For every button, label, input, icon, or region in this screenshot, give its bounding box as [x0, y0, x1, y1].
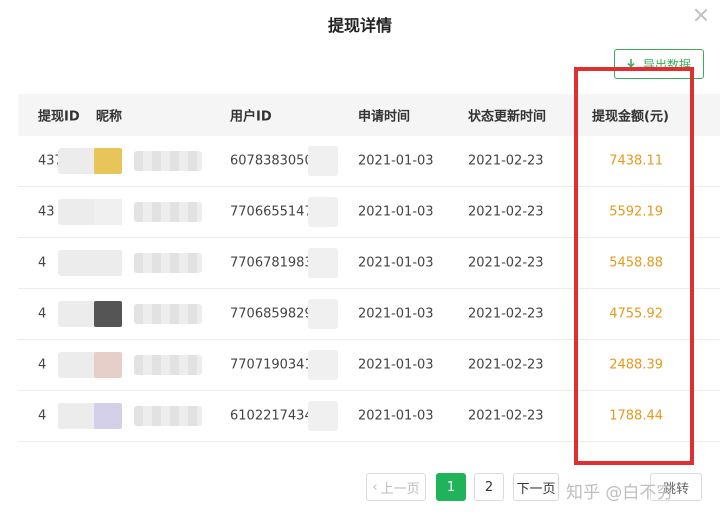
- blurred-id: [58, 148, 98, 174]
- header-apply-time: 申请时间: [358, 109, 411, 125]
- cell-amount: 5592.19: [609, 204, 663, 220]
- chevron-left-icon: ‹: [372, 479, 378, 495]
- blurred-user-id: [308, 350, 338, 380]
- cell-apply-time: 2021-01-03: [358, 306, 434, 322]
- avatar: [94, 352, 122, 378]
- header-update-time: 状态更新时间: [468, 109, 547, 125]
- blurred-nickname: [134, 406, 202, 426]
- blurred-id: [58, 403, 98, 429]
- cell-withdraw-id: 4: [38, 306, 47, 322]
- cell-update-time: 2021-02-23: [468, 408, 544, 424]
- cell-amount: 7438.11: [609, 153, 663, 169]
- avatar: [94, 301, 122, 327]
- table-row: 4 770719034111 2021-01-03 2021-02-23 2488.39: [18, 340, 720, 391]
- export-data-label: 导出数据: [643, 57, 692, 72]
- watermark: 知乎 @白不穷: [566, 483, 674, 503]
- withdrawal-table: 提现ID 昵称 用户ID 申请时间 状态更新时间 提现金额(元) 437 6078…: [18, 94, 720, 442]
- cell-apply-time: 2021-01-03: [358, 204, 434, 220]
- blurred-user-id: [308, 401, 338, 431]
- table-body: 437 607838305002 2021-01-03 2021-02-23 7438.…: [18, 136, 720, 442]
- blurred-nickname: [134, 304, 202, 324]
- table-header: 提现ID 昵称 用户ID 申请时间 状态更新时间 提现金额(元): [18, 94, 720, 136]
- blurred-id: [58, 250, 98, 276]
- blurred-id: [58, 352, 98, 378]
- blurred-nickname: [134, 151, 202, 171]
- table-row: 437 607838305002 2021-01-03 2021-02-23 7438.…: [18, 136, 720, 187]
- cell-withdraw-id: 4: [38, 408, 47, 424]
- table-row: 4 770685982991 2021-01-03 2021-02-23 4755.92: [18, 289, 720, 340]
- blurred-id: [58, 301, 98, 327]
- table-row: 4 610221743401 2021-01-03 2021-02-23 1788.44: [18, 391, 720, 442]
- cell-amount: 1788.44: [609, 408, 663, 424]
- header-amount: 提现金额(元): [592, 109, 669, 125]
- page-2-button[interactable]: 2: [474, 473, 504, 501]
- blurred-nickname: [134, 202, 202, 222]
- dialog-title: 提现详情: [327, 16, 392, 35]
- next-page-button[interactable]: 下一页: [513, 473, 559, 501]
- cell-apply-time: 2021-01-03: [358, 408, 434, 424]
- blurred-user-id: [308, 146, 338, 176]
- cell-apply-time: 2021-01-03: [358, 255, 434, 271]
- avatar: [94, 403, 122, 429]
- withdrawal-detail-dialog: 提现详情 导出数据 提现ID 昵称 用户ID 申请时间 状态更新时间 提现金额(…: [0, 0, 720, 521]
- cell-update-time: 2021-02-23: [468, 306, 544, 322]
- cell-amount: 2488.39: [609, 357, 663, 373]
- cell-update-time: 2021-02-23: [468, 204, 544, 220]
- cell-update-time: 2021-02-23: [468, 255, 544, 271]
- cell-withdraw-id: 4: [38, 255, 47, 271]
- table-row: 43 770665514797 2021-01-03 2021-02-23 5592.1…: [18, 187, 720, 238]
- cell-amount: 4755.92: [609, 306, 663, 322]
- prev-page-button[interactable]: ‹ 上一页: [366, 473, 426, 501]
- download-icon: [626, 59, 636, 70]
- avatar: [94, 199, 122, 225]
- cell-apply-time: 2021-01-03: [358, 153, 434, 169]
- blurred-nickname: [134, 253, 202, 273]
- cell-withdraw-id: 4: [38, 357, 47, 373]
- blurred-id: [58, 199, 98, 225]
- blurred-user-id: [308, 299, 338, 329]
- close-icon[interactable]: [692, 6, 710, 24]
- cell-withdraw-id: 43: [38, 204, 55, 220]
- cell-update-time: 2021-02-23: [468, 357, 544, 373]
- cell-apply-time: 2021-01-03: [358, 357, 434, 373]
- header-withdraw-id: 提现ID: [38, 109, 80, 125]
- prev-page-label: 上一页: [380, 481, 420, 497]
- header-user-id: 用户ID: [230, 109, 272, 125]
- header-nickname: 昵称: [96, 109, 123, 125]
- cell-amount: 5458.88: [609, 255, 663, 271]
- table-row: 4 770678198374 2021-01-03 2021-02-23 5458.88: [18, 238, 720, 289]
- cell-update-time: 2021-02-23: [468, 153, 544, 169]
- export-data-button[interactable]: 导出数据: [614, 49, 704, 79]
- blurred-nickname: [134, 355, 202, 375]
- avatar: [94, 250, 122, 276]
- page-1-button[interactable]: 1: [436, 473, 466, 501]
- blurred-user-id: [308, 197, 338, 227]
- blurred-user-id: [308, 248, 338, 278]
- avatar: [94, 148, 122, 174]
